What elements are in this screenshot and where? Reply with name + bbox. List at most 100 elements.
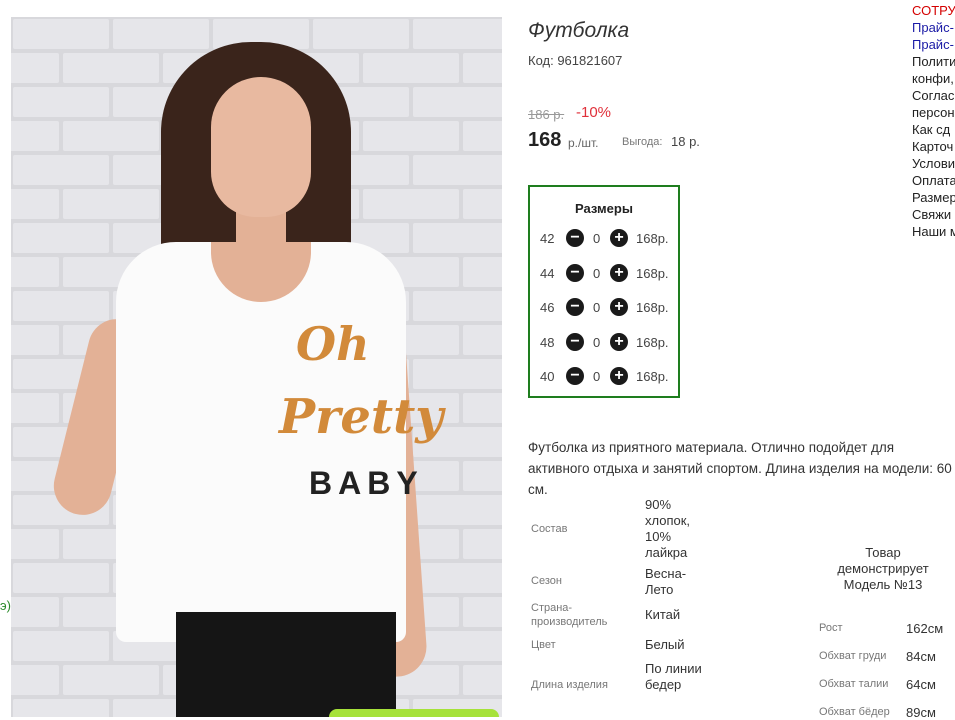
property-label: Состав — [531, 523, 568, 535]
brick — [413, 223, 502, 253]
sidebar-link[interactable]: Размер — [912, 189, 955, 206]
measure-value: 84см — [906, 649, 936, 664]
brick — [13, 631, 109, 661]
brick — [413, 563, 502, 593]
brick — [11, 189, 59, 219]
size-quantity: 0 — [593, 231, 601, 246]
brick — [63, 53, 159, 83]
brick — [63, 121, 159, 151]
brick — [363, 53, 459, 83]
sidebar-link[interactable]: Полити — [912, 53, 955, 70]
print-text-baby: BABY — [309, 465, 424, 501]
plus-icon[interactable]: + — [610, 229, 628, 247]
sidebar-link[interactable]: Наши м — [912, 223, 955, 240]
size-row: 44−0 +168р. — [530, 263, 678, 285]
brick — [113, 19, 209, 49]
size-price: 168р. — [636, 265, 669, 281]
size-label: 44 — [540, 265, 555, 281]
plus-icon[interactable]: + — [610, 298, 628, 316]
plus-icon[interactable]: + — [610, 332, 628, 351]
minus-icon[interactable]: − — [566, 367, 584, 385]
product-photo[interactable]: Oh Pretty BABY — [11, 17, 502, 717]
property-value: Китай — [645, 607, 681, 622]
sidebar-link[interactable]: Как сд — [912, 121, 955, 138]
left-edge-text: э) — [0, 598, 11, 613]
sidebar-link[interactable]: Прайс- — [912, 36, 955, 53]
model-caption: Товар демонстрирует Модель №13 — [837, 545, 929, 592]
product-code: Код: 961821607 — [528, 53, 623, 68]
brick — [13, 19, 109, 49]
brick — [11, 665, 59, 695]
brick — [63, 189, 159, 219]
size-price: 168р. — [636, 231, 669, 246]
brick — [463, 325, 502, 355]
size-quantity: 0 — [593, 265, 601, 281]
print-text-oh: Oh — [296, 317, 370, 371]
brick — [463, 529, 502, 559]
brick — [313, 19, 409, 49]
brick — [63, 665, 159, 695]
property-value: Весна-Лето — [645, 566, 687, 597]
measure-label: Обхват талии — [819, 678, 889, 690]
measure-label: Обхват бёдер — [819, 706, 890, 718]
size-label: 48 — [540, 334, 555, 350]
plus-icon[interactable]: + — [610, 367, 628, 385]
size-label: 40 — [540, 369, 555, 384]
property-value: 90% хлопок, 10% лайкра — [645, 497, 691, 560]
property-value: Белый — [645, 637, 685, 652]
sizes-panel: Размеры 42−0 +168р. 44−0 +168р. 46−0 +168р. 48… — [528, 185, 680, 398]
minus-icon[interactable]: − — [566, 229, 584, 247]
brick — [363, 121, 459, 151]
brick — [13, 291, 109, 321]
brick — [413, 87, 502, 117]
sidebar-links: СОТРУ, Прайс- Прайс- Полити конфи, Соглас перс… — [912, 2, 955, 240]
brick — [463, 121, 502, 151]
brick — [11, 121, 59, 151]
brick — [463, 393, 502, 423]
sidebar-link[interactable]: конфи, — [912, 70, 955, 87]
brick — [463, 257, 502, 287]
brick — [11, 529, 59, 559]
property-label: Сезон — [531, 575, 562, 587]
brick — [463, 53, 502, 83]
property-value: По линии бедер — [645, 661, 702, 692]
price-unit: р./шт. — [568, 136, 599, 150]
current-price: 168 — [528, 129, 562, 151]
brick — [463, 597, 502, 627]
measure-label: Рост — [819, 622, 843, 634]
old-price: 186 р. — [528, 107, 565, 122]
brick — [13, 155, 109, 185]
size-row: 46−0 +168р. — [530, 297, 678, 319]
brick — [11, 257, 59, 287]
sidebar-link[interactable]: СОТРУ, — [912, 2, 955, 19]
green-button-edge[interactable] — [329, 709, 499, 717]
minus-icon[interactable]: − — [566, 332, 584, 351]
brick — [13, 223, 109, 253]
brick — [413, 155, 502, 185]
sidebar-link[interactable]: Свяжи — [912, 206, 955, 223]
brick — [413, 291, 502, 321]
benefit-label: Выгода: — [622, 136, 663, 148]
brick — [11, 53, 59, 83]
product-title: Футболка — [528, 19, 630, 42]
brick — [11, 461, 59, 491]
size-price: 168р. — [636, 334, 669, 350]
brick — [11, 393, 59, 423]
brick — [413, 19, 502, 49]
sidebar-link[interactable]: Прайс- — [912, 19, 955, 36]
size-price: 168р. — [636, 369, 669, 384]
sidebar-link[interactable]: Услови — [912, 155, 955, 172]
property-label: Цвет — [531, 639, 556, 651]
brick — [463, 461, 502, 491]
sidebar-link[interactable]: Соглас — [912, 87, 955, 104]
minus-icon[interactable]: − — [566, 298, 584, 316]
brick — [13, 87, 109, 117]
sidebar-link[interactable]: Оплата — [912, 172, 955, 189]
plus-icon[interactable]: + — [610, 263, 628, 282]
property-label: Страна-производитель — [531, 602, 608, 628]
brick — [13, 563, 109, 593]
benefit-value: 18 р. — [671, 134, 700, 149]
sidebar-link[interactable]: Карточ — [912, 138, 955, 155]
sidebar-link[interactable]: персон — [912, 104, 955, 121]
minus-icon[interactable]: − — [566, 263, 584, 282]
